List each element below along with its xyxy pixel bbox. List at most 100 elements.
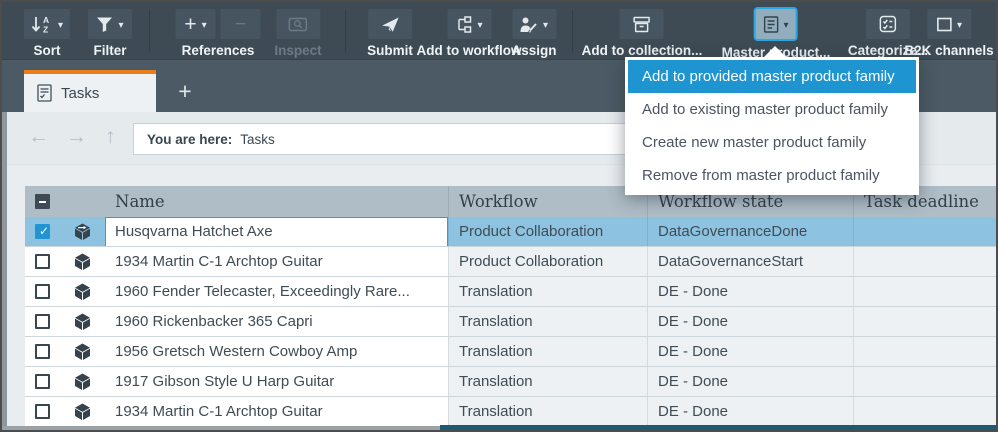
menu-item-create-new[interactable]: Create new master product family [628, 126, 916, 159]
product-instance-cube-icon [73, 222, 92, 241]
workflow-state-cell: DataGovernanceDone [647, 217, 853, 246]
filter-button[interactable] [88, 9, 132, 39]
task-deadline-cell [853, 397, 996, 426]
add-to-workflow-label: Add to workflow [417, 43, 522, 58]
workflow-cell: Translation [448, 397, 647, 426]
filter-label: Filter [93, 43, 126, 58]
assign-button[interactable] [512, 9, 556, 39]
workflow-cell: Product Collaboration [448, 247, 647, 276]
left-edge-strip [2, 112, 7, 430]
master-product-menu: Add to provided master product family Ad… [625, 57, 919, 195]
product-cube-icon [73, 282, 92, 301]
name-edit-field[interactable]: Husqvarna Hatchet Axe [105, 217, 448, 246]
toolbar-group-sort: A Z Sort [24, 9, 70, 58]
toolbar-group-add-to-collection: Add to collection... [582, 9, 703, 58]
product-name-cell: 1917 Gibson Style U Harp Guitar [105, 367, 448, 396]
inspect-label: Inspect [274, 43, 321, 58]
sort-az-icon: A Z [31, 16, 53, 33]
product-name-cell: Husqvarna Hatchet Axe [105, 217, 448, 246]
add-to-workflow-button[interactable] [447, 9, 491, 39]
table-row[interactable]: 1934 Martin C-1 Archtop Guitar Translati… [25, 397, 996, 427]
product-name-cell: 1960 Rickenbacker 365 Capri [105, 307, 448, 336]
breadcrumb-prefix: You are here: [147, 132, 232, 147]
row-checkbox[interactable] [35, 404, 50, 419]
inspect-icon [288, 16, 307, 32]
main-toolbar: A Z Sort Filter References [2, 2, 996, 60]
toolbar-group-submit: Submit [367, 9, 413, 58]
menu-item-add-existing[interactable]: Add to existing master product family [628, 93, 916, 126]
product-name-cell: 1934 Martin C-1 Archtop Guitar [105, 397, 448, 426]
assign-person-icon [520, 16, 538, 33]
workflow-state-cell: DataGovernanceStart [647, 247, 853, 276]
table-row[interactable]: 1917 Gibson Style U Harp Guitar Translat… [25, 367, 996, 397]
master-product-button[interactable] [754, 7, 798, 41]
workflow-state-cell: DE - Done [647, 367, 853, 396]
toolbar-group-assign: Assign [511, 9, 556, 58]
remove-reference-button[interactable] [221, 9, 261, 39]
paper-plane-icon [381, 16, 399, 33]
new-tab-button[interactable] [165, 70, 205, 112]
tab-tasks[interactable]: Tasks [24, 70, 156, 112]
toolbar-group-filter: Filter [88, 9, 132, 58]
app-window: A Z Sort Filter References [0, 0, 998, 432]
add-to-collection-label: Add to collection... [582, 43, 703, 58]
row-checkbox[interactable] [35, 344, 50, 359]
checklist-icon [879, 15, 897, 33]
submit-label: Submit [367, 43, 413, 58]
task-deadline-cell [853, 367, 996, 396]
table-row[interactable]: 1934 Martin C-1 Archtop Guitar Product C… [25, 247, 996, 277]
tab-label: Tasks [61, 85, 99, 102]
row-checkbox[interactable] [35, 374, 50, 389]
column-header-workflow[interactable]: Workflow [448, 186, 647, 217]
toolbar-group-add-to-workflow: Add to workflow [417, 9, 522, 58]
toolbar-separator [345, 10, 346, 52]
submit-button[interactable] [368, 9, 412, 39]
workflow-state-cell: DE - Done [647, 337, 853, 366]
tasks-table: Name Workflow Workflow state Task deadli… [25, 186, 996, 430]
inspect-button[interactable] [276, 9, 320, 39]
column-header-name[interactable]: Name [105, 186, 448, 217]
add-reference-button[interactable] [176, 9, 216, 39]
horizontal-scrollbar[interactable] [440, 425, 996, 430]
workflow-cell: Translation [448, 277, 647, 306]
nav-forward-icon[interactable] [66, 125, 87, 149]
workflow-state-cell: DE - Done [647, 307, 853, 336]
product-cube-icon [73, 252, 92, 271]
row-checkbox[interactable] [35, 314, 50, 329]
channels-label: B2K channels [904, 43, 993, 58]
workflow-state-cell: DE - Done [647, 277, 853, 306]
breadcrumb-current: Tasks [240, 132, 275, 147]
sort-label: Sort [34, 43, 61, 58]
task-list-icon [37, 84, 52, 102]
toolbar-group-channels: B2K channels [904, 9, 993, 58]
svg-text:Z: Z [43, 24, 48, 33]
add-to-collection-button[interactable] [620, 9, 664, 39]
nav-up-icon[interactable] [105, 125, 116, 149]
menu-item-add-provided[interactable]: Add to provided master product family [628, 60, 916, 93]
product-cube-icon [73, 342, 92, 361]
icon-header-cell [60, 186, 105, 217]
product-cube-icon [73, 402, 92, 421]
table-row[interactable]: 1960 Rickenbacker 365 Capri Translation … [25, 307, 996, 337]
table-row[interactable]: 1960 Fender Telecaster, Exceedingly Rare… [25, 277, 996, 307]
product-name-cell: 1956 Gretsch Western Cowboy Amp [105, 337, 448, 366]
minus-icon [235, 15, 246, 34]
table-row[interactable]: Husqvarna Hatchet Axe Product Collaborat… [25, 217, 996, 247]
workflow-cell: Translation [448, 367, 647, 396]
sort-button[interactable]: A Z [24, 9, 70, 39]
table-row[interactable]: 1956 Gretsch Western Cowboy Amp Translat… [25, 337, 996, 367]
select-all-checkbox[interactable] [35, 194, 50, 209]
product-name-cell: 1934 Martin C-1 Archtop Guitar [105, 247, 448, 276]
row-checkbox[interactable] [35, 284, 50, 299]
channel-frame-icon [936, 17, 952, 32]
row-checkbox[interactable] [35, 254, 50, 269]
channels-button[interactable] [927, 9, 971, 39]
assign-label: Assign [511, 43, 556, 58]
workflow-cell: Translation [448, 337, 647, 366]
archive-box-icon [633, 16, 651, 33]
workflow-cell: Product Collaboration [448, 217, 647, 246]
nav-back-icon[interactable] [28, 125, 49, 149]
task-deadline-cell [853, 247, 996, 276]
menu-item-remove[interactable]: Remove from master product family [628, 159, 916, 192]
row-checkbox[interactable] [35, 224, 50, 239]
